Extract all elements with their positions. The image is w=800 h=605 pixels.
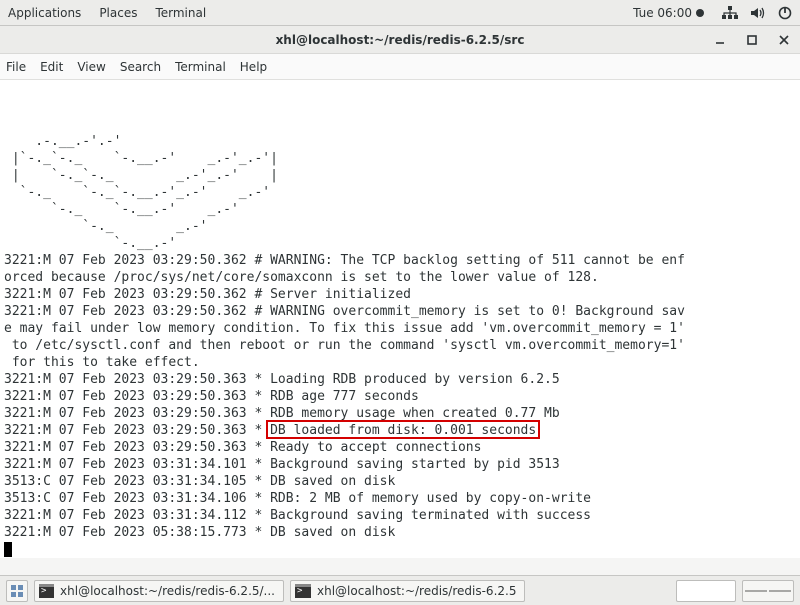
menu-search[interactable]: Search [120,60,161,74]
terminal-icon [39,584,54,598]
terminal-line: 3221:M 07 Feb 2023 03:29:50.362 # Server… [4,286,796,303]
terminal-line: `-._ _.-' [4,218,796,235]
clock[interactable]: Tue 06:00 [633,6,704,20]
terminal-line: e may fail under low memory condition. T… [4,320,796,337]
terminal-cursor-line [4,541,796,558]
workspace-2[interactable] [769,590,791,592]
taskbar-app-1[interactable]: xhl@localhost:~/redis/redis-6.2.5/... [34,580,284,602]
terminal-line: `-._ `-._`-.__.-'_.-' _.-' [4,184,796,201]
applications-menu[interactable]: Applications [8,6,81,20]
power-icon[interactable] [778,6,792,20]
volume-icon[interactable] [750,6,766,20]
terminal-line: to /etc/sysctl.conf and then reboot or r… [4,337,796,354]
terminal-line: 3221:M 07 Feb 2023 03:29:50.362 # WARNIN… [4,252,796,269]
taskbar-app-2[interactable]: xhl@localhost:~/redis/redis-6.2.5 [290,580,525,602]
workspace-switcher[interactable] [742,580,794,602]
show-desktop-button[interactable] [6,580,28,602]
terminal-line: 3221:M 07 Feb 2023 03:29:50.363 * RDB me… [4,405,796,422]
terminal-line: 3221:M 07 Feb 2023 03:29:50.363 * RDB ag… [4,388,796,405]
terminal-icon [295,584,311,598]
menu-view[interactable]: View [77,60,105,74]
system-tray [722,6,792,20]
terminal-line: 3221:M 07 Feb 2023 03:29:50.363 * Loadin… [4,371,796,388]
window-minimize-button[interactable] [710,30,730,50]
system-top-panel: Applications Places Terminal Tue 06:00 [0,0,800,26]
window-maximize-button[interactable] [742,30,762,50]
terminal-line: .-.__.-'.-' [4,133,796,150]
terminal-menubar: File Edit View Search Terminal Help [0,54,800,80]
terminal-line: 3221:M 07 Feb 2023 03:29:50.362 # WARNIN… [4,303,796,320]
window-titlebar: xhl@localhost:~/redis/redis-6.2.5/src [0,26,800,54]
terminal-line: 3513:C 07 Feb 2023 03:31:34.106 * RDB: 2… [4,490,796,507]
terminal-line: 3221:M 07 Feb 2023 05:38:15.773 * DB sav… [4,524,796,541]
terminal-menu[interactable]: Terminal [155,6,206,20]
terminal-viewport[interactable]: .-.__.-'.-' |`-._`-._ `-.__.-' _.-'_.-'|… [0,80,800,558]
terminal-line: for this to take effect. [4,354,796,371]
window-title: xhl@localhost:~/redis/redis-6.2.5/src [276,33,525,47]
bottom-taskbar: xhl@localhost:~/redis/redis-6.2.5/... xh… [0,575,800,605]
taskbar-app-2-label: xhl@localhost:~/redis/redis-6.2.5 [317,584,516,598]
terminal-cursor [4,542,12,557]
terminal-line: `-.__.-' [4,235,796,252]
workspace-1[interactable] [745,590,767,592]
terminal-line: 3221:M 07 Feb 2023 03:29:50.363 * Ready … [4,439,796,456]
menu-file[interactable]: File [6,60,26,74]
terminal-line: 3221:M 07 Feb 2023 03:31:34.101 * Backgr… [4,456,796,473]
menu-edit[interactable]: Edit [40,60,63,74]
terminal-line: 3221:M 07 Feb 2023 03:29:50.363 * DB loa… [4,422,796,439]
taskbar-input-box[interactable] [676,580,736,602]
taskbar-app-1-label: xhl@localhost:~/redis/redis-6.2.5/... [60,584,275,598]
terminal-line: | `-._`-._ _.-'_.-' | [4,167,796,184]
terminal-line: 3513:C 07 Feb 2023 03:31:34.105 * DB sav… [4,473,796,490]
menu-help[interactable]: Help [240,60,267,74]
clock-text: Tue 06:00 [633,6,692,20]
terminal-line: 3221:M 07 Feb 2023 03:31:34.112 * Backgr… [4,507,796,524]
network-icon[interactable] [722,6,738,20]
menu-terminal[interactable]: Terminal [175,60,226,74]
terminal-line: orced because /proc/sys/net/core/somaxco… [4,269,796,286]
places-menu[interactable]: Places [99,6,137,20]
terminal-line: `-._ `-.__.-' _.-' [4,201,796,218]
window-close-button[interactable] [774,30,794,50]
terminal-line: |`-._`-._ `-.__.-' _.-'_.-'| [4,150,796,167]
